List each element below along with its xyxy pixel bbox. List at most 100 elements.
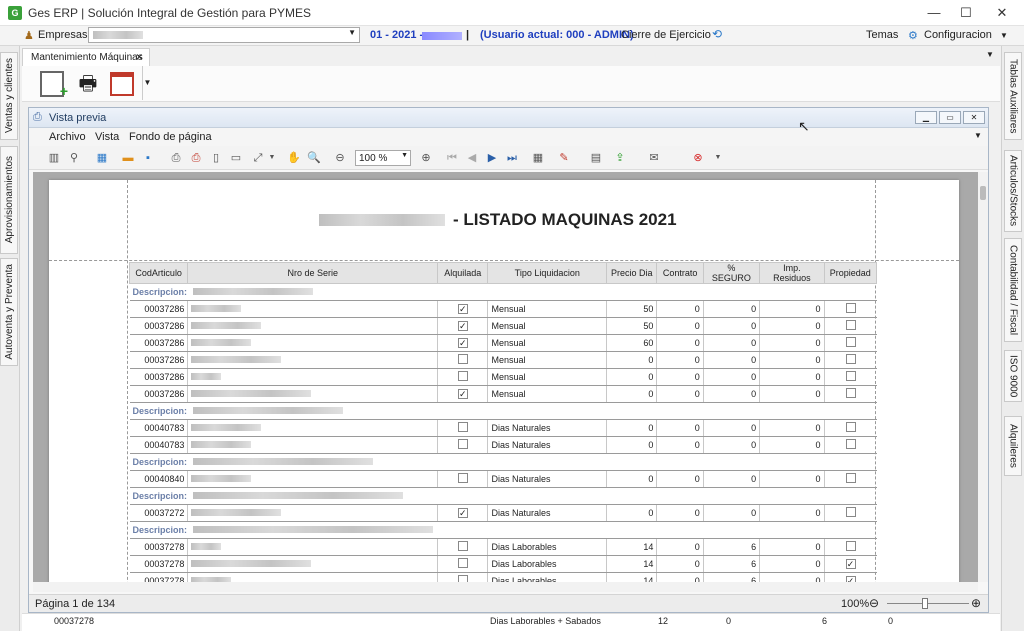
cell-residuos: 0 xyxy=(759,317,825,335)
description-redacted xyxy=(193,288,314,295)
header-footer-icon[interactable]: ▭ xyxy=(229,151,243,165)
cell-contrato: 0 xyxy=(656,300,704,318)
cell-codarticulo: 00040840 xyxy=(129,470,188,488)
empresa-select[interactable]: ▼ xyxy=(88,27,360,43)
cell-contrato: 0 xyxy=(656,504,704,522)
cell-alquilada xyxy=(437,351,488,369)
cell-precio-dia: 50 xyxy=(606,317,657,335)
calendar-icon[interactable] xyxy=(110,72,134,96)
cierre-ejercicio-link[interactable]: Cierre de Ejercicio xyxy=(621,29,711,41)
first-page-icon[interactable]: ⏮ xyxy=(445,151,459,165)
checkbox xyxy=(845,507,856,517)
zoom-in-icon[interactable]: ⊕ xyxy=(971,596,981,610)
refresh-icon[interactable]: ⟲ xyxy=(712,27,722,41)
description-redacted xyxy=(193,407,344,414)
open-icon[interactable]: ▬ xyxy=(121,151,135,165)
right-sidebar: Tablas Auxiliares Articulos/Stocks Conta… xyxy=(1001,46,1024,631)
cell-seguro: 0 xyxy=(702,470,760,488)
sidebar-tab-alquileres[interactable]: Alquileres xyxy=(1004,416,1022,476)
zoom-out-icon[interactable]: ⊖ xyxy=(869,596,879,610)
previous-page-icon[interactable]: ◀ xyxy=(465,151,479,165)
checkbox: ✓ xyxy=(845,559,856,569)
cell-tipo-liquidacion: Dias Naturales xyxy=(487,470,607,488)
cell-residuos: 0 xyxy=(759,504,825,522)
document-map-icon[interactable]: ▥ xyxy=(47,151,61,165)
chevron-down-icon[interactable]: ▼ xyxy=(142,66,152,100)
cell-precio-dia: 14 xyxy=(606,538,657,556)
close-tab-icon[interactable]: ✕ xyxy=(135,52,143,63)
checkbox xyxy=(845,439,856,449)
checkbox xyxy=(845,320,856,330)
column-header: Contrato xyxy=(656,262,704,284)
table-row: 00037286 ✓ Mensual 50 0 0 0 xyxy=(129,300,877,318)
zoom-slider[interactable] xyxy=(887,603,969,604)
new-document-icon[interactable]: + xyxy=(40,71,68,99)
color-icon[interactable]: ✎ xyxy=(557,151,571,165)
page-setup-icon[interactable]: ▯ xyxy=(209,151,223,165)
preview-restore-button[interactable]: ▭ xyxy=(939,111,961,124)
scale-icon[interactable]: ⤢ xyxy=(251,151,265,165)
multiple-pages-icon[interactable]: ▦ xyxy=(531,151,545,165)
cell-contrato: 0 xyxy=(656,436,704,454)
cell-seguro: 6 xyxy=(702,538,760,556)
chevron-down-icon[interactable]: ▼ xyxy=(974,131,982,140)
chevron-down-icon[interactable]: ▼ xyxy=(986,50,994,59)
chevron-down-icon[interactable]: ▼ xyxy=(1000,31,1008,40)
print-icon[interactable]: 🖶 xyxy=(76,72,100,96)
maximize-button[interactable]: ☐ xyxy=(948,0,984,26)
hand-tool-icon[interactable]: ✋ xyxy=(287,151,301,165)
menu-archivo[interactable]: Archivo xyxy=(49,131,86,143)
menu-vista[interactable]: Vista xyxy=(95,131,119,143)
sidebar-tab-iso[interactable]: ISO 9000 xyxy=(1004,350,1022,402)
watermark-icon[interactable]: ▤ xyxy=(589,151,603,165)
export-icon[interactable]: ⇪ xyxy=(613,151,627,165)
window-titlebar: G Ges ERP | Solución Integral de Gestión… xyxy=(0,0,1024,26)
sidebar-tab-aprovisionamientos[interactable]: Aprovisionamientos xyxy=(0,146,18,254)
description-row: Descripcion: xyxy=(129,453,877,471)
tab-mantenimiento-maquinas[interactable]: Mantenimiento Máquinas ✕ xyxy=(22,48,150,66)
zoom-in-icon[interactable]: ⊕ xyxy=(419,151,433,165)
next-page-icon[interactable]: ▶ xyxy=(485,151,499,165)
quick-print-icon[interactable]: ⎙ xyxy=(189,151,203,165)
temas-menu[interactable]: Temas xyxy=(866,29,898,41)
cell-propiedad xyxy=(823,436,877,454)
print-icon[interactable]: ⎙ xyxy=(169,151,183,165)
checkbox xyxy=(457,541,468,551)
cell-alquilada xyxy=(437,419,488,437)
preview-minimize-button[interactable]: ▁ xyxy=(915,111,937,124)
close-preview-icon[interactable]: ⊗ xyxy=(691,151,705,165)
chevron-down-icon[interactable]: ▼ xyxy=(711,151,725,165)
horizontal-scrollbar[interactable] xyxy=(33,582,978,592)
preview-close-button[interactable]: ✕ xyxy=(963,111,985,124)
configuracion-menu[interactable]: Configuracion xyxy=(924,29,992,41)
sidebar-tab-autoventa[interactable]: Autoventa y Preventa xyxy=(0,258,18,366)
sidebar-tab-ventas[interactable]: Ventas y clientes xyxy=(0,52,18,140)
period-redacted xyxy=(422,32,462,40)
zoom-select[interactable]: 100 % ▼ xyxy=(355,150,411,166)
find-icon[interactable]: ⚲ xyxy=(67,151,81,165)
sidebar-tab-contabilidad[interactable]: Contabilidad / Fiscal xyxy=(1004,238,1022,342)
minimize-button[interactable]: — xyxy=(916,0,952,26)
magnifier-icon[interactable]: 🔍 xyxy=(307,151,321,165)
last-page-icon[interactable]: ⏭ xyxy=(505,151,519,165)
chevron-down-icon[interactable]: ▼ xyxy=(265,151,279,165)
cell-propiedad xyxy=(823,538,877,556)
sidebar-tab-tablas-auxiliares[interactable]: Tablas Auxiliares xyxy=(1004,52,1022,140)
vertical-scrollbar[interactable] xyxy=(978,172,988,582)
close-button[interactable]: ✕ xyxy=(984,0,1020,26)
cell-seguro: 0 xyxy=(702,317,760,335)
save-icon[interactable]: ▪ xyxy=(141,151,155,165)
thumbnails-icon[interactable]: ▦ xyxy=(95,151,109,165)
cell-tipo-liquidacion: Dias Naturales xyxy=(487,419,607,437)
cell-propiedad: ✓ xyxy=(823,555,877,573)
zoom-out-icon[interactable]: ⊖ xyxy=(333,151,347,165)
menu-fondo-pagina[interactable]: Fondo de página xyxy=(129,131,212,143)
cell-alquilada xyxy=(437,555,488,573)
description-redacted xyxy=(193,458,374,465)
empresas-label: Empresas xyxy=(38,29,88,41)
cell-codarticulo: 00037278 xyxy=(129,538,188,556)
cell-contrato: 0 xyxy=(656,470,704,488)
email-icon[interactable]: ✉ xyxy=(647,151,661,165)
description-row: Descripcion: xyxy=(129,487,877,505)
sidebar-tab-articulos[interactable]: Articulos/Stocks xyxy=(1004,150,1022,232)
